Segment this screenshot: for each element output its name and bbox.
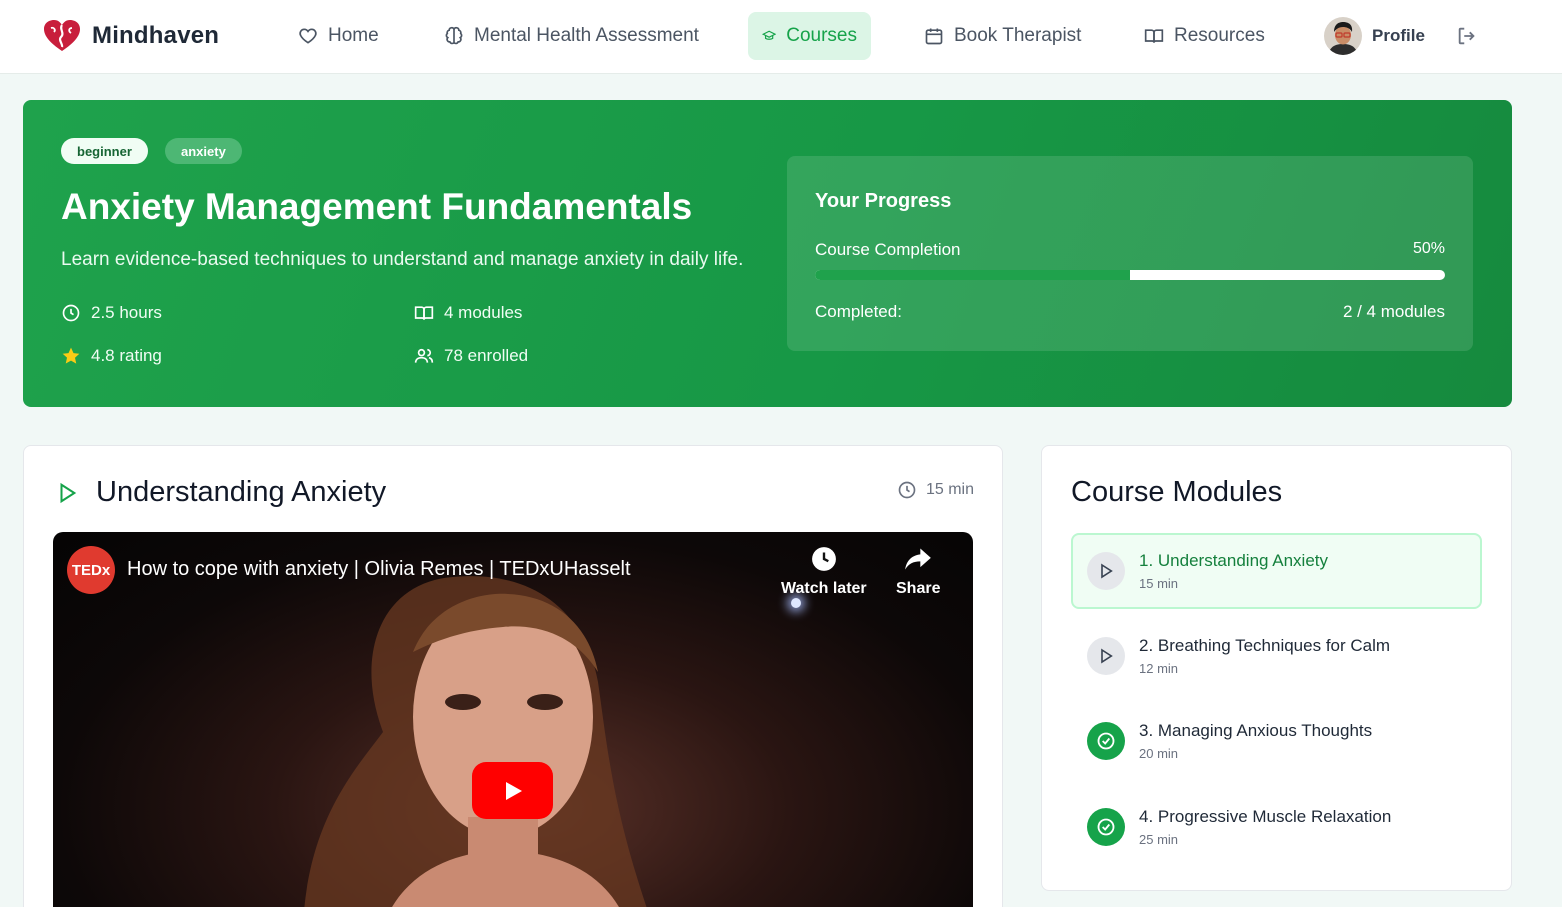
tedx-channel-logo[interactable]: TEDx (67, 546, 115, 594)
check-circle-icon (1097, 732, 1115, 750)
module-complete-icon (1087, 808, 1125, 846)
logout-icon (1458, 27, 1475, 45)
clock-icon (898, 481, 916, 499)
course-hero: beginner anxiety Anxiety Management Fund… (23, 100, 1512, 407)
video-play-button[interactable] (472, 762, 553, 819)
heart-icon (299, 28, 317, 44)
meta-duration: 2.5 hours (61, 303, 162, 323)
brain-heart-logo-icon (44, 20, 80, 51)
nav-book-therapist-label: Book Therapist (954, 25, 1082, 46)
users-icon (414, 348, 434, 363)
play-icon (505, 781, 522, 800)
nav-home[interactable]: Home (284, 12, 393, 60)
duration-text: 2.5 hours (91, 303, 162, 322)
progress-bar (815, 270, 1445, 280)
module-duration: 25 min (1139, 832, 1179, 847)
check-circle-icon (1097, 818, 1115, 836)
video-title[interactable]: How to cope with anxiety | Olivia Remes … (127, 558, 631, 581)
watch-later-button[interactable]: Watch later (781, 546, 867, 598)
module-item-1[interactable]: 1. Understanding Anxiety 15 min (1071, 533, 1482, 609)
brand[interactable]: Mindhaven (42, 19, 219, 53)
module-item-2[interactable]: 2. Breathing Techniques for Calm 12 min (1071, 618, 1482, 694)
course-description: Learn evidence-based techniques to under… (61, 249, 744, 270)
nav-home-label: Home (328, 25, 379, 46)
meta-enrolled: 78 enrolled (414, 346, 528, 366)
brain-icon (445, 26, 463, 45)
light-spark (791, 598, 801, 608)
book-open-icon (1144, 29, 1164, 43)
nav-assessment-label: Mental Health Assessment (474, 25, 699, 46)
logout-button[interactable] (1456, 25, 1478, 52)
module-title: 1. Understanding Anxiety (1139, 551, 1329, 570)
nav-courses[interactable]: Courses (748, 12, 871, 60)
clock-filled-icon (811, 547, 836, 571)
completed-label: Completed: (815, 302, 902, 321)
calendar-icon (925, 28, 943, 45)
module-play-icon (1087, 637, 1125, 675)
star-icon (62, 347, 80, 364)
module-item-4[interactable]: 4. Progressive Muscle Relaxation 25 min (1071, 789, 1482, 865)
progress-bar-fill (815, 270, 1130, 280)
enrolled-text: 78 enrolled (444, 346, 529, 365)
nav-resources[interactable]: Resources (1130, 12, 1279, 60)
progress-title: Your Progress (815, 190, 952, 212)
nav-resources-label: Resources (1174, 25, 1265, 46)
module-title: 3. Managing Anxious Thoughts (1139, 721, 1373, 740)
module-item-3[interactable]: 3. Managing Anxious Thoughts 20 min (1071, 703, 1482, 779)
module-complete-icon (1087, 722, 1125, 760)
meta-rating: 4.8 rating (61, 346, 162, 366)
top-navbar: Mindhaven Home Mental Health Assessment … (0, 0, 1562, 74)
book-open-icon (414, 306, 434, 320)
rating-text: 4.8 rating (91, 346, 162, 365)
module-duration: 15 min (1139, 576, 1179, 591)
clock-icon (62, 304, 80, 322)
graduation-cap-icon (762, 30, 777, 40)
meta-modules: 4 modules (414, 303, 522, 323)
modules-count-text: 4 modules (444, 303, 523, 322)
nav-mental-health-assessment[interactable]: Mental Health Assessment (430, 12, 713, 60)
progress-card: Your Progress Course Completion 50% Comp… (787, 156, 1473, 351)
module-play-icon (1087, 552, 1125, 590)
profile-menu[interactable]: Profile (1324, 16, 1425, 56)
lesson-title: Understanding Anxiety (96, 476, 387, 508)
watch-later-label: Watch later (781, 580, 867, 597)
module-title: 4. Progressive Muscle Relaxation (1139, 807, 1392, 826)
brand-name: Mindhaven (92, 22, 220, 49)
tag-level: beginner (61, 138, 148, 164)
play-outline-icon (1101, 648, 1113, 664)
play-outline-icon (1101, 563, 1113, 579)
completed-value: 2 / 4 modules (1342, 302, 1445, 321)
lesson-card: Understanding Anxiety 15 min TEDx How to… (23, 445, 1003, 907)
lesson-duration: 15 min (897, 480, 974, 500)
course-modules-panel: Course Modules 1. Understanding Anxiety … (1041, 445, 1512, 891)
lesson-header: Understanding Anxiety (56, 476, 386, 509)
nav-courses-label: Courses (786, 25, 857, 46)
share-button[interactable]: Share (896, 546, 940, 598)
module-duration: 20 min (1139, 746, 1179, 761)
avatar (1324, 17, 1362, 55)
tag-topic: anxiety (165, 138, 242, 164)
share-arrow-icon (905, 548, 932, 570)
completion-label: Course Completion (815, 240, 961, 259)
lesson-duration-text: 15 min (925, 481, 974, 498)
play-outline-icon (60, 482, 77, 503)
nav-book-therapist[interactable]: Book Therapist (910, 12, 1095, 60)
modules-title: Course Modules (1071, 476, 1283, 508)
video-player[interactable]: TEDx How to cope with anxiety | Olivia R… (53, 532, 973, 907)
completion-percent: 50% (1412, 240, 1445, 257)
course-title: Anxiety Management Fundamentals (61, 186, 693, 227)
share-label: Share (896, 580, 941, 597)
module-duration: 12 min (1139, 661, 1179, 676)
profile-label: Profile (1372, 26, 1425, 45)
module-title: 2. Breathing Techniques for Calm (1139, 636, 1391, 655)
